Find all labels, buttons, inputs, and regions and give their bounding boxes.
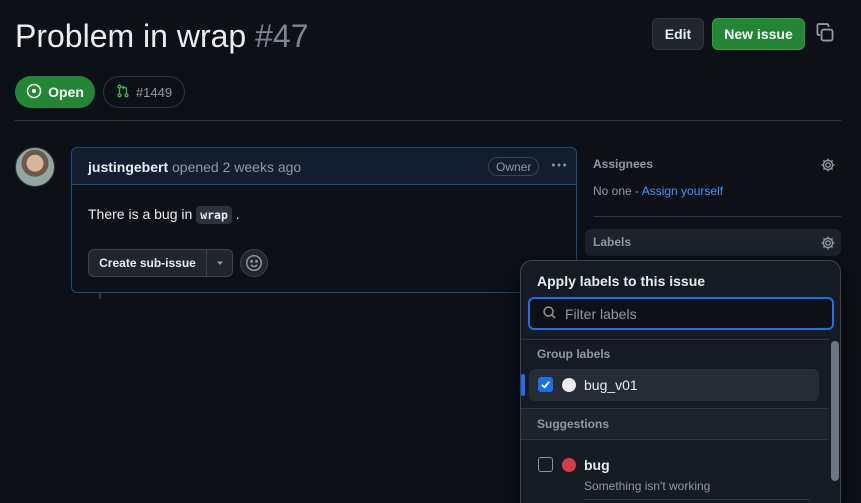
- section-divider: [521, 439, 829, 440]
- gear-icon[interactable]: [820, 235, 836, 251]
- owner-badge: Owner: [488, 157, 540, 176]
- issue-comment: justingebert opened 2 weeks ago Owner Th…: [71, 147, 577, 293]
- check-icon[interactable]: [538, 377, 553, 392]
- issue-state-badge: Open: [15, 76, 95, 108]
- linked-pr-badge[interactable]: #1449: [103, 76, 185, 108]
- search-icon: [542, 305, 557, 323]
- comment-body-prefix: There is a bug in: [88, 206, 193, 222]
- header-divider: [15, 120, 841, 121]
- create-sub-issue-group: Create sub-issue: [88, 249, 233, 277]
- kebab-icon[interactable]: [548, 156, 570, 176]
- label-color-dot: [562, 378, 576, 392]
- label-checkbox[interactable]: [538, 457, 553, 472]
- create-sub-issue-button[interactable]: Create sub-issue: [89, 250, 206, 276]
- issue-state-label: Open: [48, 84, 84, 100]
- label-picker-popover: Apply labels to this issue Group labels …: [520, 260, 841, 503]
- chevron-down-icon[interactable]: [206, 250, 232, 276]
- label-picker-title: Apply labels to this issue: [537, 273, 706, 289]
- comment-author[interactable]: justingebert: [88, 159, 168, 175]
- comment-body-code: wrap: [196, 206, 232, 224]
- comment-body: There is a bug in wrap .: [88, 206, 240, 224]
- label-color-dot: [562, 458, 576, 472]
- active-item-indicator: [521, 374, 525, 396]
- assignees-value: No one - Assign yourself: [593, 184, 723, 198]
- filter-labels-input[interactable]: [565, 305, 815, 322]
- smiley-icon[interactable]: [240, 249, 268, 277]
- issue-title: Problem in wrap #47: [15, 18, 308, 55]
- gear-icon[interactable]: [820, 157, 836, 173]
- assignees-heading: Assignees: [593, 157, 654, 171]
- issue-title-text: Problem in wrap: [15, 18, 247, 54]
- copy-icon[interactable]: [814, 22, 836, 44]
- new-issue-button[interactable]: New issue: [712, 18, 805, 50]
- label-name: bug_v01: [584, 377, 638, 393]
- group-labels-heading: Group labels: [537, 347, 611, 361]
- comment-meta: opened 2 weeks ago: [172, 159, 302, 175]
- assign-yourself-link[interactable]: Assign yourself: [642, 184, 723, 198]
- label-description: Something isn't working: [584, 479, 711, 493]
- timeline-line: [99, 293, 101, 299]
- avatar[interactable]: [15, 147, 55, 187]
- item-divider: [584, 499, 810, 500]
- linked-pr-number: #1449: [135, 84, 173, 100]
- filter-labels-field[interactable]: [528, 297, 834, 330]
- comment-header: justingebert opened 2 weeks ago Owner: [72, 148, 576, 185]
- issue-open-icon: [26, 83, 42, 102]
- edit-button[interactable]: Edit: [652, 18, 704, 50]
- pull-request-icon: [116, 84, 130, 101]
- scrollbar-thumb[interactable]: [831, 341, 839, 481]
- comment-body-suffix: .: [235, 206, 240, 222]
- label-name: bug: [584, 457, 610, 473]
- suggestions-heading: Suggestions: [537, 417, 610, 431]
- labels-heading: Labels: [593, 235, 632, 249]
- issue-number: #47: [255, 18, 309, 54]
- assignees-none: No one -: [593, 184, 642, 198]
- sidebar-divider: [593, 216, 841, 217]
